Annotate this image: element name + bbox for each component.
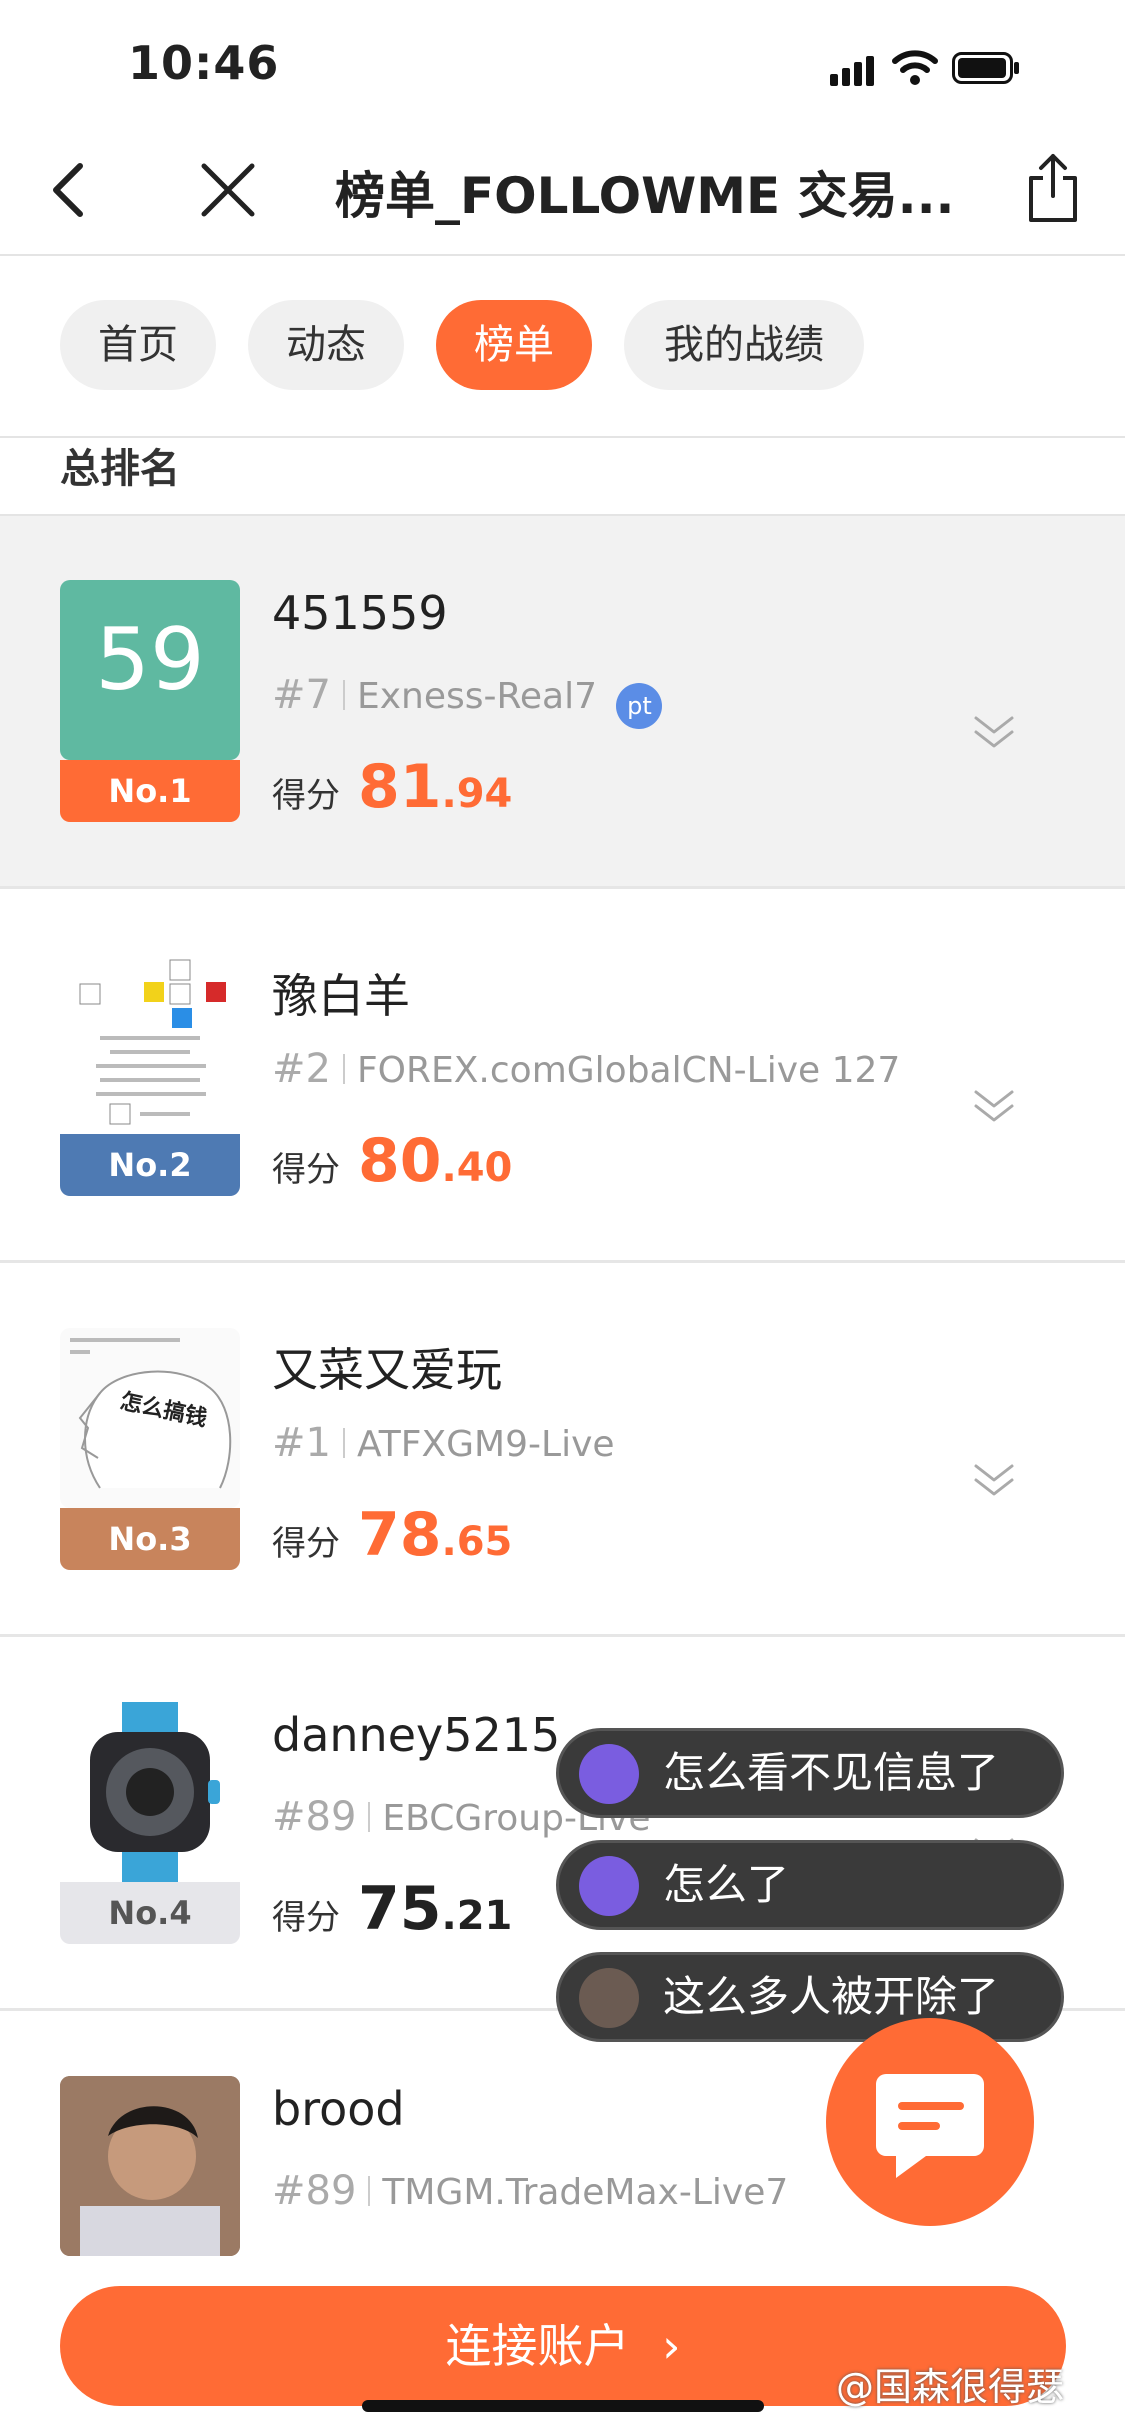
share-icon[interactable] (1025, 152, 1081, 224)
chevron-right-icon: › (662, 2319, 681, 2373)
score: 得分 78.65 (272, 1500, 512, 1570)
rank-badge: No.1 (60, 760, 240, 822)
score-integer: 81 (358, 752, 442, 822)
expand-chevron-icon[interactable] (972, 712, 1016, 752)
separator (342, 680, 345, 710)
account-server: Exness-Real7 (356, 676, 597, 717)
score-label: 得分 (272, 1524, 340, 1564)
separator (368, 1802, 371, 1832)
user-avatar-icon (579, 1968, 639, 2028)
score-integer: 75 (358, 1874, 442, 1944)
tab-feed[interactable]: 动态 (248, 300, 404, 390)
score-decimal: .21 (441, 1893, 513, 1939)
status-time: 10:46 (128, 36, 280, 90)
score: 得分 81.94 (272, 752, 512, 822)
score-integer: 80 (358, 1126, 442, 1196)
account-number: #89 (272, 2168, 357, 2214)
watch-image (90, 1702, 220, 1882)
chat-icon (876, 2074, 984, 2178)
ranking-row-3[interactable]: 怎么搞钱 No.3 又菜又爱玩 #1 ATFXGM9-Live 得分 78.65 (0, 1264, 1125, 1637)
account-number: #89 (272, 1794, 357, 1840)
avatar-image (79, 959, 226, 1125)
avatar-number: 59 (95, 610, 205, 710)
back-icon[interactable] (44, 160, 94, 220)
wifi-icon (892, 50, 938, 85)
user-name[interactable]: danney5215 (272, 1708, 560, 1762)
score-integer: 78 (358, 1500, 442, 1570)
expand-chevron-icon[interactable] (972, 1086, 1016, 1126)
score-decimal: .40 (441, 1145, 513, 1191)
tab-my-record[interactable]: 我的战绩 (624, 300, 864, 390)
separator (368, 2176, 371, 2206)
expand-chevron-icon[interactable] (972, 1460, 1016, 1500)
cellular-signal-icon (830, 56, 874, 86)
chat-bubble[interactable]: 怎么看不见信息了 (556, 1728, 1064, 1818)
chat-bubble[interactable]: 怎么了 (556, 1840, 1064, 1930)
pt-badge-icon: pt (616, 683, 663, 729)
account-server: TMGM.TradeMax-Live7 (382, 2172, 789, 2213)
user-avatar-icon (579, 1744, 639, 1804)
connect-account-label: 连接账户 (445, 2319, 630, 2373)
tab-home[interactable]: 首页 (60, 300, 216, 390)
account-number: #2 (272, 1046, 331, 1092)
rank-badge: No.2 (60, 1134, 240, 1196)
home-indicator (362, 2400, 764, 2412)
chat-message: 怎么了 (663, 1860, 790, 1909)
separator (342, 1054, 345, 1084)
avatar (60, 2076, 240, 2256)
avatar: 59 (60, 580, 240, 760)
avatar (60, 954, 240, 1134)
ranking-row-1[interactable]: 59 No.1 451559 #7 Exness-Real7 pt 得分 81.94 (0, 516, 1125, 889)
account-info: #89 TMGM.TradeMax-Live7 (272, 2168, 788, 2214)
close-icon[interactable] (200, 162, 256, 218)
watermark: @国森很得瑟 (836, 2365, 1065, 2409)
rank-badge: No.4 (60, 1882, 240, 1944)
score-label: 得分 (272, 776, 340, 816)
score-label: 得分 (272, 1898, 340, 1938)
section-title: 总排名 (60, 446, 180, 492)
account-info: #2 FOREX.comGlobalCN-Live 127 (272, 1046, 900, 1092)
account-number: #1 (272, 1420, 331, 1466)
score: 得分 80.40 (272, 1126, 512, 1196)
avatar-photo (60, 2076, 240, 2256)
avatar: 怎么搞钱 (60, 1328, 240, 1508)
avatar (60, 1702, 240, 1882)
rank-badge: No.3 (60, 1508, 240, 1570)
account-info: #7 Exness-Real7 pt (272, 672, 663, 729)
tab-leaderboard[interactable]: 榜单 (436, 300, 592, 390)
user-name[interactable]: brood (272, 2082, 405, 2136)
ranking-row-2[interactable]: No.2 豫白羊 #2 FOREX.comGlobalCN-Live 127 得分… (0, 890, 1125, 1263)
account-info: #1 ATFXGM9-Live (272, 1420, 615, 1466)
score-decimal: .94 (441, 771, 513, 817)
score-label: 得分 (272, 1150, 340, 1190)
user-name[interactable]: 豫白羊 (272, 960, 410, 1026)
account-number: #7 (272, 672, 331, 718)
user-name[interactable]: 又菜又爱玩 (272, 1334, 502, 1400)
chat-fab-button[interactable] (826, 2018, 1034, 2226)
battery-icon (952, 52, 1019, 84)
chat-message: 怎么看不见信息了 (663, 1748, 1000, 1797)
user-avatar-icon (579, 1856, 639, 1916)
account-server: ATFXGM9-Live (356, 1424, 615, 1465)
user-name[interactable]: 451559 (272, 586, 448, 640)
score: 得分 75.21 (272, 1874, 512, 1944)
separator (342, 1428, 345, 1458)
page-title: 榜单_FOLLOWME 交易... (335, 167, 955, 225)
score-decimal: .65 (441, 1519, 513, 1565)
account-server: FOREX.comGlobalCN-Live 127 (356, 1050, 901, 1091)
nav-divider (0, 254, 1125, 256)
